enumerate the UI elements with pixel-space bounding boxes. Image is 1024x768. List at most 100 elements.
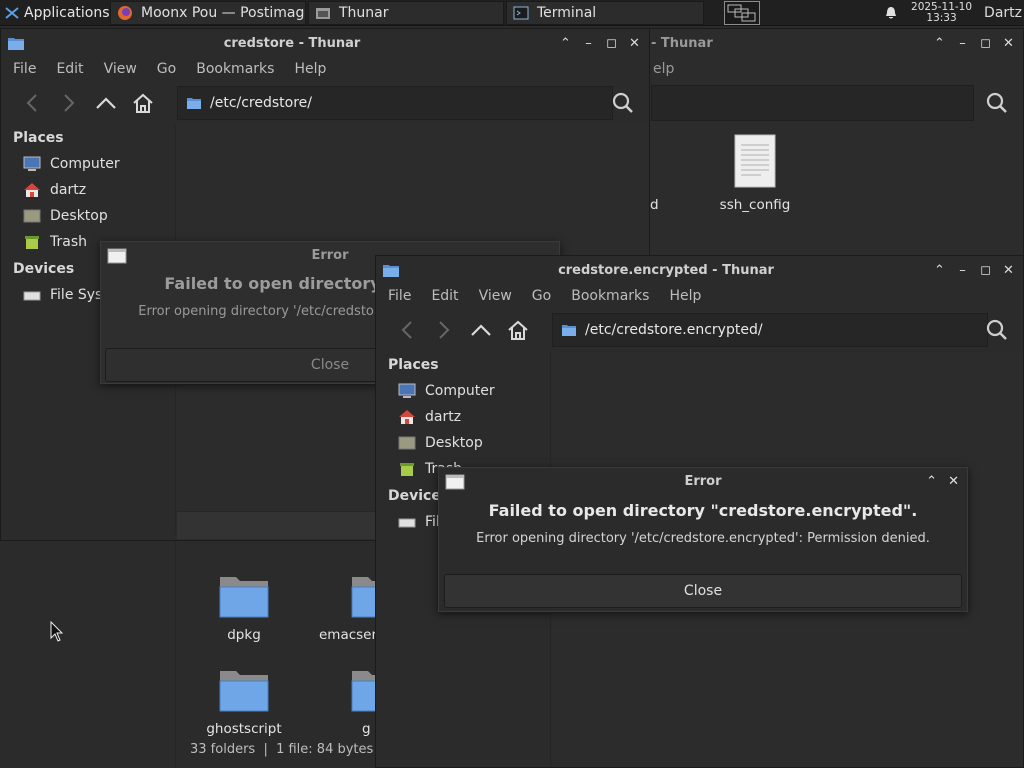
maximize-button[interactable]: ◻ — [977, 33, 994, 53]
places-heading: Places — [388, 357, 439, 373]
dialog-title: Error — [311, 248, 349, 263]
drive-icon — [23, 291, 41, 301]
search-icon — [612, 92, 633, 113]
window-title: - Thunar — [651, 35, 713, 51]
file-item-ssh-config[interactable]: ssh_config — [705, 133, 805, 213]
menu-edit[interactable]: Edit — [431, 288, 458, 304]
forward-button[interactable] — [52, 87, 86, 119]
sidebar-item-home[interactable]: dartz — [376, 404, 550, 430]
menu-file[interactable]: File — [13, 61, 36, 77]
window-titlebar[interactable]: credstore.encrypted - Thunar — [376, 256, 956, 284]
trash-icon — [400, 463, 414, 476]
menu-view[interactable]: View — [479, 288, 512, 304]
error-dialog-credstore-encrypted: Error ⌃ ✕ Failed to open directory "cred… — [438, 467, 968, 612]
arrow-right-icon — [64, 94, 75, 112]
location-bar[interactable]: /etc/credstore/ — [177, 86, 613, 120]
folder-item-ghostscript[interactable]: ghostscript — [194, 663, 294, 741]
sidebar-item-desktop[interactable]: Desktop — [1, 203, 175, 229]
sidebar-item-desktop[interactable]: Desktop — [376, 430, 550, 456]
menu-file[interactable]: File — [388, 288, 411, 304]
menu-view[interactable]: View — [104, 61, 137, 77]
location-bar[interactable] — [651, 85, 974, 121]
sidebar-item-label: Trash — [50, 234, 87, 250]
dialog-close-x-button[interactable]: ✕ — [948, 468, 959, 496]
search-button[interactable] — [983, 316, 1011, 344]
folder-icon — [219, 671, 269, 712]
applications-menu-button[interactable]: Applications≡ — [0, 0, 110, 26]
home-icon — [508, 320, 528, 340]
folder-item-dpkg[interactable]: dpkg — [194, 569, 294, 643]
menu-help[interactable]: Help — [294, 61, 326, 77]
location-bar[interactable]: /etc/credstore.encrypted/ — [552, 313, 988, 347]
sidebar-item-computer[interactable]: Computer — [1, 151, 175, 177]
shade-button[interactable]: ⌃ — [931, 33, 948, 53]
folder-item-emacsen[interactable]: emacsen-common — [296, 569, 375, 643]
close-button[interactable]: ✕ — [626, 33, 643, 53]
sidebar-item-label: Desktop — [425, 435, 483, 451]
location-path: /etc/credstore/ — [210, 95, 313, 111]
terminal-icon — [513, 6, 529, 19]
menu-help-fragment[interactable]: elp — [653, 61, 674, 77]
back-button[interactable] — [390, 314, 424, 346]
folder-item-g[interactable]: g — [296, 663, 375, 741]
home-folder-icon — [24, 183, 40, 197]
shade-button[interactable]: ⌃ — [931, 260, 948, 280]
lower-sidebar — [0, 541, 176, 768]
maximize-button[interactable]: ◻ — [603, 33, 620, 53]
arrow-up-icon — [471, 324, 491, 336]
taskbar-item-thunar[interactable]: Thunar — [308, 0, 504, 25]
menu-bookmarks[interactable]: Bookmarks — [571, 288, 649, 304]
home-button[interactable] — [501, 314, 535, 346]
taskbar-item-browser[interactable]: Moonx Pou — Postimag... — [110, 0, 306, 25]
close-button[interactable]: ✕ — [1000, 260, 1017, 280]
sidebar-item-home[interactable]: dartz — [1, 177, 175, 203]
menu-bookmarks[interactable]: Bookmarks — [196, 61, 274, 77]
workspace-switcher[interactable] — [724, 0, 760, 25]
minimize-button[interactable]: – — [580, 33, 597, 53]
taskbar-item-label: Moonx Pou — Postimag... — [141, 4, 306, 21]
user-menu[interactable]: Dartz — [984, 5, 1022, 21]
dialog-title: Error — [684, 474, 722, 489]
menu-go[interactable]: Go — [157, 61, 176, 77]
arrow-right-icon — [439, 321, 450, 339]
panel-tray: 2025-11-10 13:33 Dartz — [883, 0, 1024, 26]
location-path: /etc/credstore.encrypted/ — [585, 322, 763, 338]
minimize-button[interactable]: – — [954, 260, 971, 280]
places-heading: Places — [13, 130, 64, 146]
clock[interactable]: 2025-11-10 13:33 — [911, 2, 972, 24]
search-icon — [986, 92, 1007, 113]
back-button[interactable] — [15, 87, 49, 119]
menu-go[interactable]: Go — [532, 288, 551, 304]
arrow-up-icon — [96, 97, 116, 109]
parent-folder-button[interactable] — [89, 87, 123, 119]
folder-icon — [562, 325, 576, 336]
taskbar-item-label: Thunar — [339, 4, 389, 21]
home-button[interactable] — [126, 87, 160, 119]
arrow-left-icon — [26, 94, 37, 112]
search-button[interactable] — [609, 89, 637, 117]
folder-icon — [187, 98, 201, 109]
window-title: credstore - Thunar — [223, 35, 361, 51]
menu-help[interactable]: Help — [669, 288, 701, 304]
forward-button[interactable] — [427, 314, 461, 346]
dialog-shade-button[interactable]: ⌃ — [926, 468, 937, 496]
arrow-left-icon — [401, 321, 412, 339]
shade-button[interactable]: ⌃ — [557, 33, 574, 53]
minimize-button[interactable]: – — [954, 33, 971, 53]
parent-folder-button[interactable] — [464, 314, 498, 346]
close-button[interactable]: ✕ — [1000, 33, 1017, 53]
window-controls: ⌃ – ◻ ✕ — [931, 260, 1017, 280]
search-icon — [986, 319, 1007, 340]
file-label: ssh_config — [719, 197, 791, 213]
taskbar-item-terminal[interactable]: Terminal — [506, 0, 704, 25]
maximize-button[interactable]: ◻ — [977, 260, 994, 280]
dialog-titlebar[interactable]: Error ⌃ ✕ — [439, 468, 967, 496]
window-titlebar[interactable]: credstore - Thunar — [1, 29, 583, 57]
menu-edit[interactable]: Edit — [56, 61, 83, 77]
search-button[interactable] — [983, 89, 1011, 117]
sidebar-item-computer[interactable]: Computer — [376, 378, 550, 404]
top-panel: Applications≡ Moonx Pou — Postimag... Th… — [0, 0, 1024, 26]
dialog-close-button[interactable]: Close — [444, 574, 962, 608]
notification-bell-icon[interactable] — [883, 5, 899, 21]
background-thunar-window: - Thunar ⌃ – ◻ ✕ elp d ssh_config — [600, 28, 1024, 260]
